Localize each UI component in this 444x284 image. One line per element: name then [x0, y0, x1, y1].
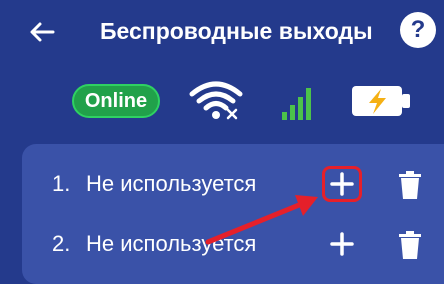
- online-status-badge: Online: [72, 84, 160, 118]
- list-item[interactable]: 2. Не используется: [22, 214, 444, 274]
- arrow-left-icon: [30, 22, 55, 42]
- app-header: Беспроводные выходы ?: [0, 0, 444, 62]
- wireless-outputs-list: 1. Не используется 2. Не используется: [22, 144, 444, 284]
- add-output-button[interactable]: [322, 166, 362, 202]
- battery-charging-icon: [352, 86, 410, 116]
- output-number: 1.: [52, 171, 71, 196]
- delete-output-button[interactable]: [396, 168, 424, 202]
- plus-icon: [330, 232, 354, 256]
- list-item[interactable]: 1. Не используется: [22, 154, 444, 214]
- page-title: Беспроводные выходы: [100, 18, 373, 44]
- add-output-button[interactable]: [322, 226, 362, 262]
- help-button[interactable]: ?: [400, 12, 436, 48]
- back-button[interactable]: [22, 12, 62, 52]
- plus-icon: [330, 172, 354, 196]
- help-icon: ?: [410, 16, 426, 43]
- cellular-signal-icon: [282, 88, 311, 120]
- trash-icon: [399, 171, 421, 199]
- status-bar: Online: [0, 70, 444, 132]
- delete-output-button[interactable]: [396, 228, 424, 262]
- output-label: Не используется: [86, 231, 257, 256]
- output-number: 2.: [52, 231, 71, 256]
- wifi-disconnected-icon: [189, 81, 243, 120]
- output-label: Не используется: [86, 171, 257, 196]
- trash-icon: [399, 231, 421, 259]
